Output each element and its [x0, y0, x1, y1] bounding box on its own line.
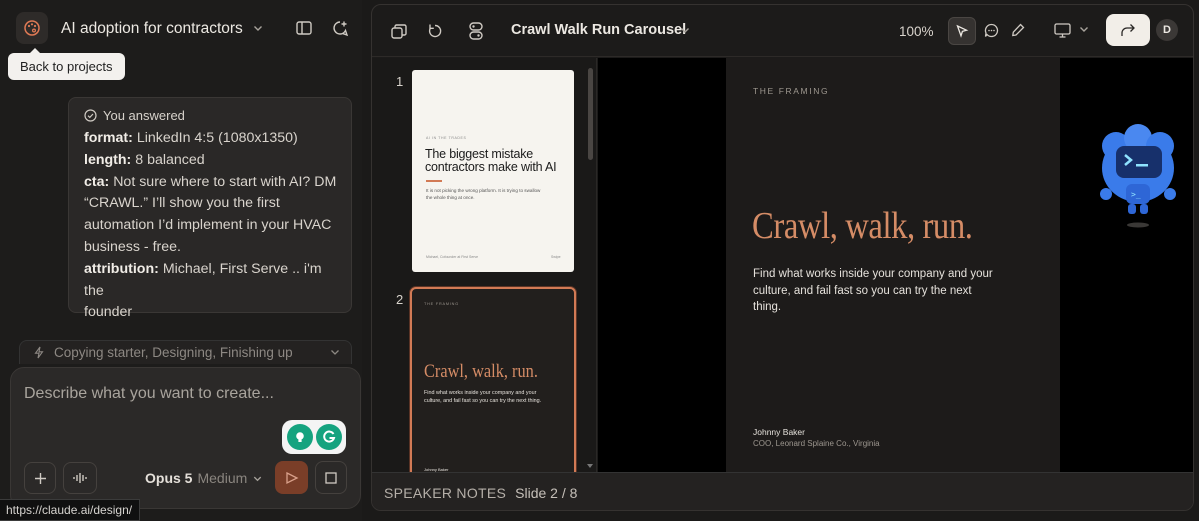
answer-line: business - free. [84, 238, 181, 255]
thumb-body: It is not picking the wrong platform. It… [426, 188, 541, 200]
slide-counter: Slide 2 / 8 [515, 484, 578, 501]
answer-heading-text: You answered [103, 108, 185, 123]
lightbulb-icon[interactable] [287, 424, 313, 450]
document-title[interactable]: Crawl Walk Run Carousel [511, 22, 686, 38]
prompt-input[interactable] [24, 385, 324, 403]
slide-number: 2 [396, 292, 404, 307]
answer-line: length: 8 balanced [84, 151, 205, 168]
chevron-down-icon[interactable] [679, 24, 691, 36]
thumb-title: The biggest mistake contractors make wit… [425, 147, 557, 174]
model-selector[interactable]: Opus 5 Medium [145, 470, 263, 486]
send-button[interactable] [275, 461, 308, 494]
new-chat-icon[interactable] [330, 18, 350, 38]
answer-line: attribution: Michael, First Serve .. i'm… [84, 260, 322, 299]
slide-author-name: Johnny Baker [753, 427, 805, 437]
pencil-icon[interactable] [1009, 21, 1027, 39]
chevron-down-icon[interactable] [329, 346, 341, 358]
answer-line: automation I’d implement in your HVAC [84, 217, 332, 234]
scroll-down-icon[interactable] [586, 463, 594, 469]
slide-thumbnail-1[interactable]: AI IN THE TRADES The biggest mistake con… [412, 70, 574, 272]
grammarly-widget[interactable] [282, 420, 346, 454]
slide-thumbnail-list: 1 AI IN THE TRADES The biggest mistake c… [372, 58, 597, 472]
thumbnail-scrollbar[interactable] [588, 68, 593, 160]
chat-panel: AI adoption for contractors Back to proj… [0, 0, 362, 521]
slide-number: 1 [396, 74, 404, 89]
chevron-down-icon[interactable] [252, 22, 264, 34]
back-to-projects-tooltip: Back to projects [8, 48, 125, 80]
answer-heading: You answered [84, 108, 337, 123]
thumb-accent-rule [426, 180, 442, 182]
stop-icon [325, 471, 337, 484]
send-icon [285, 471, 298, 484]
answer-line: “CRAWL.” I’ll show you the first [84, 195, 280, 212]
thumb-footer-left: Michael, Cofounder at First Serve [426, 255, 479, 259]
speaker-notes-label: SPEAKER NOTES [384, 484, 507, 501]
check-circle-icon [84, 109, 97, 122]
waveform-icon [73, 473, 87, 483]
plus-icon [34, 472, 46, 484]
progress-text: Copying starter, Designing, Finishing up [54, 345, 293, 360]
stop-button[interactable] [315, 461, 347, 494]
project-title[interactable]: AI adoption for contractors [61, 20, 243, 38]
current-slide[interactable]: THE FRAMING Crawl, walk, run. Find what … [726, 58, 1060, 472]
model-effort: Medium [197, 470, 248, 486]
refresh-icon[interactable] [425, 21, 445, 41]
design-editor: Crawl Walk Run Carousel 100% D 1 AI IN T… [371, 4, 1194, 511]
chevron-down-icon [252, 473, 263, 484]
thumb-title: Crawl, walk, run. [424, 361, 538, 382]
add-attachment-button[interactable] [24, 462, 56, 494]
slide-author-role: COO, Leonard Splaine Co., Virginia [753, 439, 880, 448]
share-arrow-icon [1121, 24, 1135, 36]
robot-mascot-icon[interactable]: >_ [1098, 124, 1178, 230]
answer-line: format: LinkedIn 4:5 (1080x1350) [84, 130, 298, 146]
slide-title: Crawl, walk, run. [752, 205, 973, 247]
comment-icon[interactable] [982, 21, 1000, 39]
sidebar-toggle-icon[interactable] [294, 18, 314, 38]
device-preview-icon[interactable] [1052, 21, 1072, 39]
answer-line: founder [84, 304, 133, 321]
svg-text:>_: >_ [1131, 190, 1141, 199]
slide-eyebrow: THE FRAMING [753, 86, 830, 96]
slide-body: Find what works inside your company and … [753, 268, 993, 313]
slide-canvas[interactable]: THE FRAMING Crawl, walk, run. Find what … [598, 58, 1193, 472]
answer-card: You answered format: LinkedIn 4:5 (1080x… [68, 97, 352, 320]
thumb-footer-right: Swipe [551, 255, 561, 259]
thumb-body: Find what works inside your company and … [424, 390, 542, 404]
palette-icon[interactable] [16, 12, 48, 44]
answer-lines: format: LinkedIn 4:5 (1080x1350) length:… [84, 128, 337, 324]
slide-thumbnail-2[interactable]: THE FRAMING Crawl, walk, run. Find what … [410, 287, 576, 472]
zoom-level[interactable]: 100% [899, 24, 934, 39]
components-icon[interactable] [466, 21, 486, 41]
layers-icon[interactable] [389, 21, 409, 41]
chevron-down-icon[interactable] [1077, 22, 1091, 36]
thumb-eyebrow: THE FRAMING [424, 302, 459, 306]
thumb-eyebrow: AI IN THE TRADES [426, 136, 467, 140]
speaker-notes-bar[interactable]: SPEAKER NOTES Slide 2 / 8 [372, 472, 1193, 510]
voice-input-button[interactable] [63, 462, 97, 494]
grammarly-icon[interactable] [316, 424, 342, 450]
answer-line: cta: Not sure where to start with AI? DM [84, 173, 337, 190]
lightning-icon [33, 346, 45, 359]
model-name: Opus 5 [145, 470, 193, 486]
pointer-icon [956, 24, 969, 38]
user-avatar[interactable]: D [1156, 19, 1178, 41]
progress-status[interactable]: Copying starter, Designing, Finishing up [19, 340, 352, 364]
status-url: https://claude.ai/design/ [0, 499, 140, 521]
share-button[interactable] [1106, 14, 1150, 46]
select-tool-button[interactable] [948, 17, 976, 45]
editor-toolbar: Crawl Walk Run Carousel 100% D [372, 5, 1193, 57]
